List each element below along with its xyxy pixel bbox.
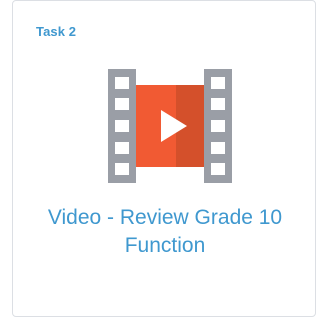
film-strip-left <box>108 69 136 183</box>
task-card[interactable]: Task 2 Video - Review Grade 10 Function <box>12 0 316 317</box>
card-title[interactable]: Video - Review Grade 10 Function <box>23 204 307 260</box>
film-strip-right <box>204 69 232 183</box>
task-label: Task 2 <box>36 24 77 39</box>
video-film-strip-icon <box>108 69 232 183</box>
